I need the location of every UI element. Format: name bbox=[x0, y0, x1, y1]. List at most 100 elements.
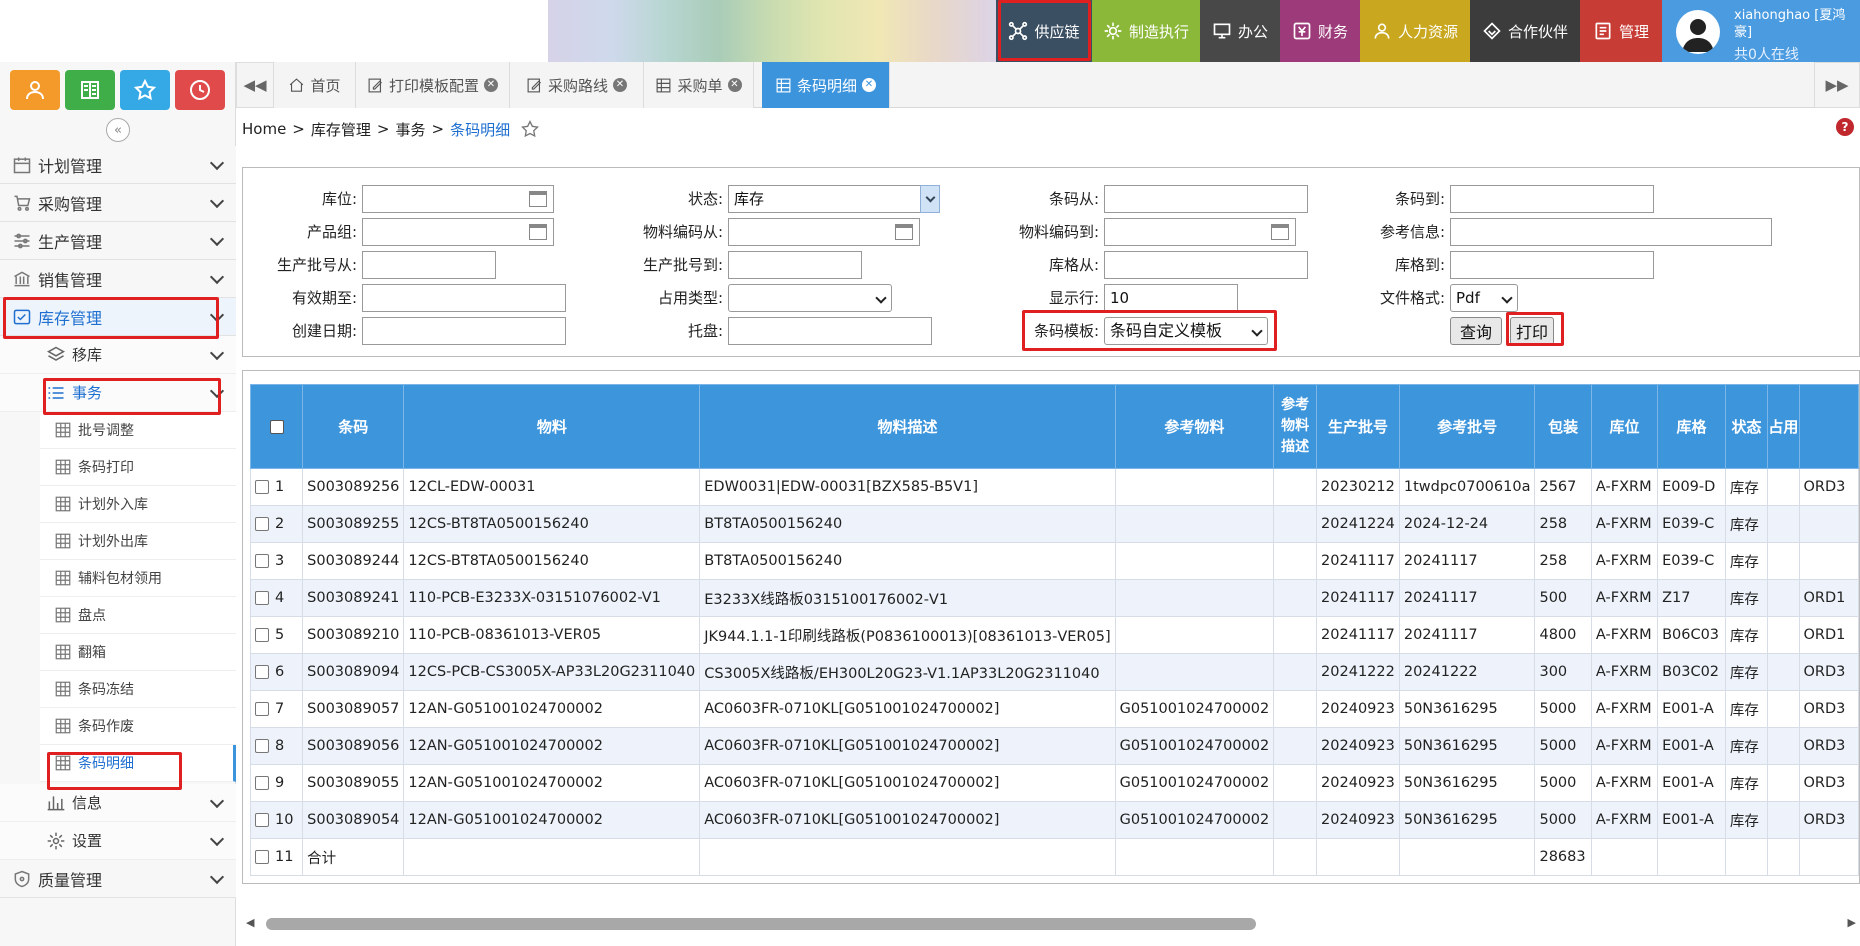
select-all-header[interactable] bbox=[249, 384, 304, 469]
material-to-input[interactable] bbox=[1104, 218, 1296, 246]
close-icon[interactable]: ✕ bbox=[727, 78, 742, 92]
quick-user-button[interactable] bbox=[10, 70, 60, 110]
row-checkbox[interactable] bbox=[255, 702, 269, 716]
col-material-desc[interactable]: 物料描述 bbox=[699, 384, 1116, 469]
nav-settings[interactable]: 设置 bbox=[0, 822, 236, 860]
ref-info-input[interactable] bbox=[1450, 218, 1772, 246]
table-row[interactable]: 3 S003089244 12CS-BT8TA0500156240 BT8TA0500… bbox=[249, 542, 1859, 580]
tab-purchase-order[interactable]: 采购单 ✕ bbox=[644, 62, 754, 108]
nav-info[interactable]: 信息 bbox=[0, 784, 236, 822]
table-row[interactable]: 1 S003089256 12CL-EDW-00031 EDW0031|EDW-000… bbox=[249, 468, 1859, 506]
chevron-down-icon[interactable] bbox=[920, 185, 940, 213]
table-row[interactable]: 2 S003089255 12CS-BT8TA0500156240 BT8TA0500… bbox=[249, 505, 1859, 543]
module-manufacturing[interactable]: 制造执行 bbox=[1092, 0, 1200, 62]
nav-quality[interactable]: 质量管理 bbox=[0, 860, 236, 898]
created-date-input[interactable] bbox=[362, 317, 566, 345]
table-row[interactable]: 6 S003089094 12CS-PCB-CS3005X-AP33L20G2311… bbox=[249, 653, 1859, 691]
pallet-input[interactable] bbox=[728, 317, 932, 345]
row-checkbox[interactable] bbox=[255, 850, 269, 864]
table-row[interactable]: 5 S003089210 110-PCB-08361013-VER05 JK944.1… bbox=[249, 616, 1859, 654]
table-row[interactable]: 9 S003089055 12AN-G051001024700002 AC0603FR… bbox=[249, 764, 1859, 802]
col-barcode[interactable]: 条码 bbox=[302, 384, 405, 469]
nav-item-lot-adjust[interactable]: 批号调整 bbox=[40, 412, 236, 449]
select-all-checkbox[interactable] bbox=[269, 420, 284, 434]
nav-item-unplanned-out[interactable]: 计划外出库 bbox=[40, 523, 236, 560]
tab-scroll-right-button[interactable]: ▶▶ bbox=[1814, 62, 1860, 108]
nav-item-aux-material[interactable]: 辅料包材领用 bbox=[40, 560, 236, 597]
col-ref-material[interactable]: 参考物料 bbox=[1114, 384, 1275, 469]
breadcrumb-l1[interactable]: 库存管理 bbox=[311, 119, 371, 140]
row-checkbox[interactable] bbox=[255, 628, 269, 642]
scroll-left-icon[interactable]: ◀ bbox=[246, 916, 254, 929]
nav-affairs[interactable]: 事务 bbox=[0, 374, 236, 412]
location-input[interactable] bbox=[362, 185, 554, 213]
nav-transfer[interactable]: 移库 bbox=[0, 336, 236, 374]
quick-star-button[interactable] bbox=[120, 70, 170, 110]
breadcrumb-l2[interactable]: 事务 bbox=[395, 119, 425, 140]
file-format-select[interactable]: Pdf bbox=[1450, 284, 1518, 312]
close-icon[interactable]: ✕ bbox=[484, 78, 498, 92]
col-bin[interactable]: 库格 bbox=[1657, 384, 1726, 469]
table-row[interactable]: 10 S003089054 12AN-G051001024700002 AC0603F… bbox=[249, 801, 1859, 839]
breadcrumb-home[interactable]: Home bbox=[242, 120, 286, 138]
template-select[interactable]: 条码自定义模板 bbox=[1104, 317, 1268, 345]
module-hr[interactable]: 人力资源 bbox=[1360, 0, 1470, 62]
scroll-right-icon[interactable]: ▶ bbox=[1848, 916, 1856, 929]
table-row[interactable]: 4 S003089241 110-PCB-E3233X-03151076002-V1… bbox=[249, 579, 1859, 617]
barcode-from-input[interactable] bbox=[1104, 185, 1308, 213]
picker-icon[interactable] bbox=[529, 224, 547, 240]
star-icon[interactable] bbox=[520, 119, 540, 139]
nav-item-repack[interactable]: 翻箱 bbox=[40, 634, 236, 671]
col-occupy[interactable]: 占用 bbox=[1767, 384, 1800, 469]
row-checkbox[interactable] bbox=[255, 813, 269, 827]
nav-plan[interactable]: 计划管理 bbox=[0, 146, 236, 184]
tab-purchase-route[interactable]: 采购路线 ✕ bbox=[510, 62, 644, 108]
module-partners[interactable]: 合作伙伴 bbox=[1470, 0, 1580, 62]
nav-production[interactable]: 生产管理 bbox=[0, 222, 236, 260]
col-pack[interactable]: 包装 bbox=[1534, 384, 1592, 469]
tab-scroll-left-button[interactable]: ◀◀ bbox=[236, 62, 274, 108]
col-lot[interactable]: 生产批号 bbox=[1316, 384, 1400, 469]
product-group-input[interactable] bbox=[362, 218, 554, 246]
avatar[interactable] bbox=[1676, 10, 1720, 54]
lot-from-input[interactable] bbox=[362, 251, 496, 279]
module-office[interactable]: 办公 bbox=[1200, 0, 1280, 62]
picker-icon[interactable] bbox=[1271, 224, 1289, 240]
lot-to-input[interactable] bbox=[728, 251, 862, 279]
row-checkbox[interactable] bbox=[255, 665, 269, 679]
row-checkbox[interactable] bbox=[255, 517, 269, 531]
tab-barcode-detail[interactable]: 条码明细 ✕ bbox=[762, 62, 890, 108]
collapse-sidebar-button[interactable]: « bbox=[106, 118, 130, 142]
module-admin[interactable]: 管理 bbox=[1580, 0, 1662, 62]
user-panel[interactable]: xiahonghao [夏鸿豪] 共0人在线 bbox=[1662, 0, 1860, 63]
row-checkbox[interactable] bbox=[255, 554, 269, 568]
row-checkbox[interactable] bbox=[255, 591, 269, 605]
row-checkbox[interactable] bbox=[255, 776, 269, 790]
bin-to-input[interactable] bbox=[1450, 251, 1654, 279]
status-select[interactable]: 库存 bbox=[728, 185, 940, 213]
quick-list-button[interactable] bbox=[65, 70, 115, 110]
tab-print-template[interactable]: 打印模板配置 ✕ bbox=[356, 62, 510, 108]
picker-icon[interactable] bbox=[895, 224, 913, 240]
table-row[interactable]: 8 S003089056 12AN-G051001024700002 AC0603FR… bbox=[249, 727, 1859, 765]
col-ref-material-desc[interactable]: 参考物料描述 bbox=[1273, 384, 1318, 469]
barcode-to-input[interactable] bbox=[1450, 185, 1654, 213]
occupy-type-select[interactable] bbox=[728, 284, 892, 312]
expiry-to-input[interactable] bbox=[362, 284, 566, 312]
col-ref-lot[interactable]: 参考批号 bbox=[1398, 384, 1536, 469]
module-supply-chain[interactable]: 供应链 bbox=[996, 0, 1092, 62]
bin-from-input[interactable] bbox=[1104, 251, 1308, 279]
nav-item-barcode-void[interactable]: 条码作废 bbox=[40, 708, 236, 745]
material-from-input[interactable] bbox=[728, 218, 920, 246]
col-material[interactable]: 物料 bbox=[403, 384, 701, 469]
nav-item-barcode-print[interactable]: 条码打印 bbox=[40, 449, 236, 486]
nav-item-barcode-freeze[interactable]: 条码冻结 bbox=[40, 671, 236, 708]
nav-inventory[interactable]: 库存管理 bbox=[0, 298, 236, 336]
query-button[interactable]: 查询 bbox=[1450, 317, 1502, 345]
col-location[interactable]: 库位 bbox=[1590, 384, 1659, 469]
table-row[interactable]: 11 合计 28683 bbox=[249, 838, 1859, 876]
picker-icon[interactable] bbox=[529, 191, 547, 207]
quick-history-button[interactable] bbox=[175, 70, 225, 110]
nav-purchase[interactable]: 采购管理 bbox=[0, 184, 236, 222]
nav-item-unplanned-in[interactable]: 计划外入库 bbox=[40, 486, 236, 523]
